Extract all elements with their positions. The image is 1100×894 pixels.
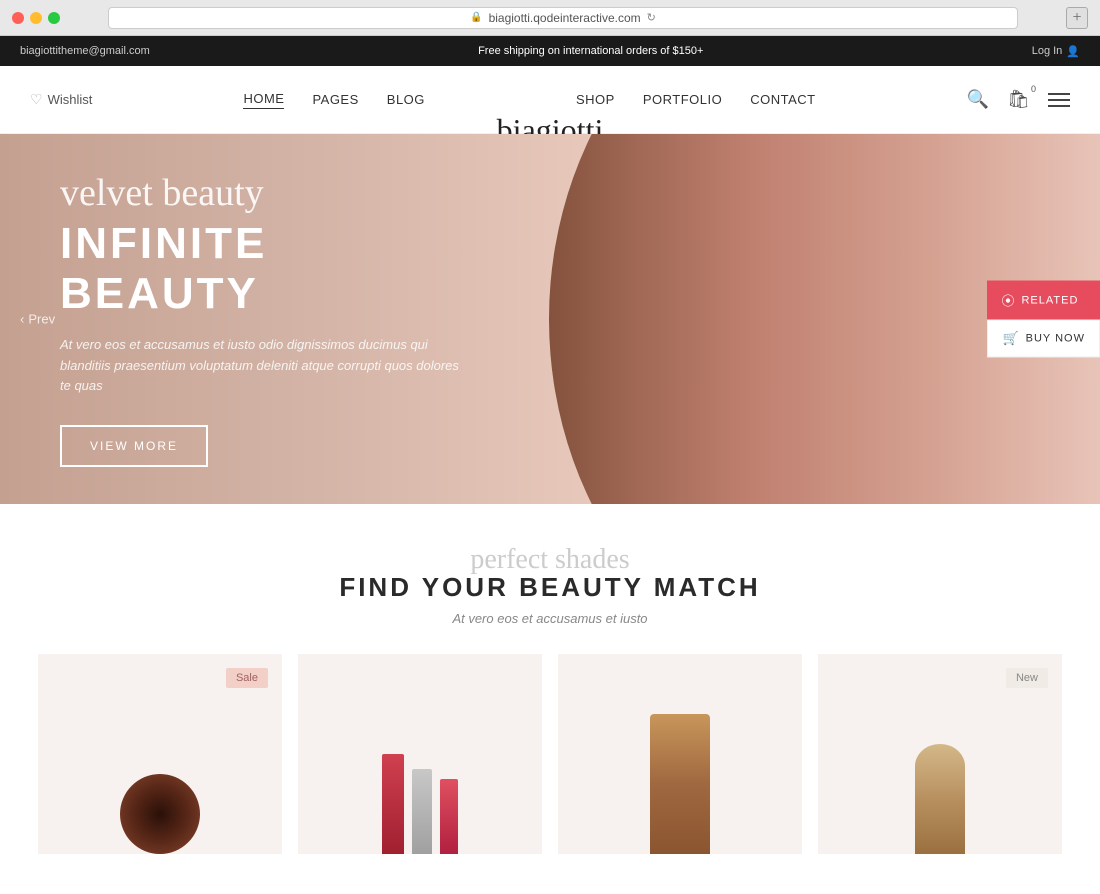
- product-image: [915, 744, 965, 854]
- chevron-left-icon: ‹: [20, 312, 24, 327]
- nav-links: HOME PAGES BLOG: [243, 91, 424, 109]
- nav-pages[interactable]: PAGES: [312, 92, 358, 107]
- new-badge: New: [1006, 668, 1048, 688]
- login-link[interactable]: Log In 👤: [1032, 45, 1080, 58]
- nav-home[interactable]: HOME: [243, 91, 284, 109]
- menu-line: [1048, 93, 1070, 95]
- address-bar[interactable]: 🔒 biagiotti.qodeinteractive.com ↻: [108, 7, 1018, 29]
- nav-right: 🔍 🛍 0: [967, 89, 1070, 110]
- browser-chrome: 🔒 biagiotti.qodeinteractive.com ↻ +: [0, 0, 1100, 36]
- product-card[interactable]: [298, 654, 542, 854]
- prev-label: Prev: [28, 312, 55, 327]
- new-tab-button[interactable]: +: [1066, 7, 1088, 29]
- nav-contact[interactable]: CONTACT: [750, 92, 815, 107]
- nav-left: ♡ Wishlist: [30, 91, 92, 108]
- minimize-dot[interactable]: [30, 12, 42, 24]
- section-subtitle: At vero eos et accusamus et iusto: [0, 611, 1100, 626]
- wishlist-label: Wishlist: [48, 92, 93, 107]
- heart-icon: ♡: [30, 91, 43, 108]
- related-label: RELATED: [1021, 294, 1078, 306]
- promo-text: Free shipping on international orders of…: [478, 45, 703, 57]
- view-more-button[interactable]: VIEW MORE: [60, 425, 208, 467]
- lock-icon: 🔒: [470, 12, 482, 23]
- prev-button[interactable]: ‹ Prev: [20, 312, 55, 327]
- address-text: biagiotti.qodeinteractive.com: [489, 11, 641, 25]
- browser-dots: [12, 12, 60, 24]
- wishlist-link[interactable]: ♡ Wishlist: [30, 91, 92, 108]
- close-dot[interactable]: [12, 12, 24, 24]
- cart-icon[interactable]: 🛍 0: [1007, 89, 1030, 110]
- menu-line: [1048, 99, 1070, 101]
- hero-section: ‹ Prev velvet beauty INFINITE BEAUTY At …: [0, 134, 1100, 504]
- lipstick-item: [382, 754, 404, 854]
- cart-count: 0: [1031, 84, 1036, 94]
- products-grid: Sale New: [0, 654, 1100, 854]
- nav-links-right: SHOP PORTFOLIO CONTACT: [576, 92, 816, 107]
- login-label: Log In: [1032, 45, 1063, 57]
- hero-description: At vero eos et accusamus et iusto odio d…: [60, 335, 460, 397]
- main-nav: ♡ Wishlist HOME PAGES BLOG biagiotti SHO…: [0, 66, 1100, 134]
- product-card[interactable]: [558, 654, 802, 854]
- buy-label: BUY NOW: [1026, 333, 1085, 345]
- product-person-image: [120, 774, 200, 854]
- hero-script-text: velvet beauty: [60, 171, 460, 215]
- nav-shop[interactable]: SHOP: [576, 92, 615, 107]
- email-address: biagiottitheme@gmail.com: [20, 45, 150, 57]
- nav-blog[interactable]: BLOG: [387, 92, 425, 107]
- cart-small-icon: 🛒: [1002, 331, 1019, 347]
- search-icon[interactable]: 🔍: [967, 89, 989, 110]
- user-icon: 👤: [1066, 45, 1080, 58]
- maximize-dot[interactable]: [48, 12, 60, 24]
- section-title: FIND YOUR BEAUTY MATCH: [0, 572, 1100, 603]
- product-card[interactable]: New: [818, 654, 1062, 854]
- lipstick-item: [440, 779, 458, 854]
- product-image: [382, 754, 458, 854]
- menu-icon[interactable]: [1048, 93, 1070, 107]
- product-image: [650, 714, 710, 854]
- hero-content: velvet beauty INFINITE BEAUTY At vero eo…: [0, 134, 520, 504]
- lipstick-item: [412, 769, 432, 854]
- nav-portfolio[interactable]: PORTFOLIO: [643, 92, 722, 107]
- radio-icon: ⦿: [1001, 291, 1015, 310]
- top-bar: biagiottitheme@gmail.com Free shipping o…: [0, 36, 1100, 66]
- related-panel: ⦿ RELATED 🛒 BUY NOW: [987, 281, 1100, 358]
- related-button[interactable]: ⦿ RELATED: [987, 281, 1100, 320]
- menu-line: [1048, 105, 1070, 107]
- products-section: perfect shades FIND YOUR BEAUTY MATCH At…: [0, 504, 1100, 854]
- buy-now-button[interactable]: 🛒 BUY NOW: [987, 320, 1100, 358]
- reload-icon: ↻: [647, 11, 656, 24]
- product-card[interactable]: Sale: [38, 654, 282, 854]
- hero-title: INFINITE BEAUTY: [60, 219, 460, 319]
- sale-badge: Sale: [226, 668, 268, 688]
